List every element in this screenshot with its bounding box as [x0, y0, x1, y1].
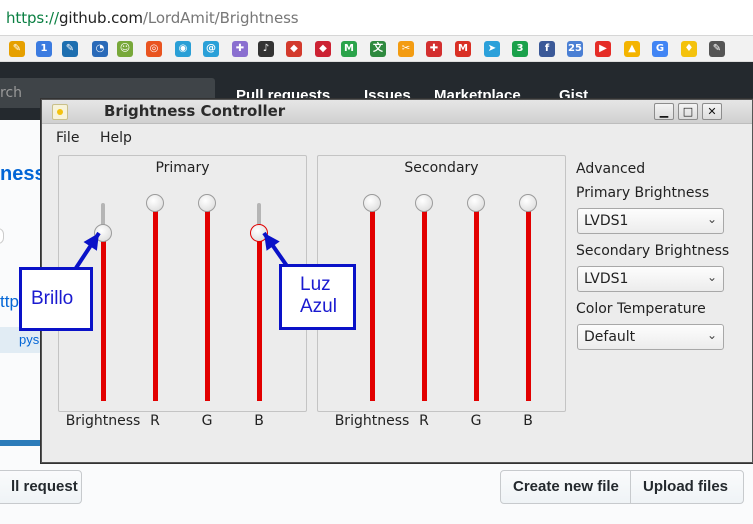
brillo-arrow	[74, 231, 101, 270]
annotation-luz-text: Luz	[300, 274, 331, 295]
annotation-luz-azul: Luz Azul	[279, 264, 356, 330]
annotation-brillo-text: Brillo	[31, 288, 74, 309]
luz-azul-arrow	[262, 231, 289, 268]
annotation-azul-text: Azul	[300, 296, 337, 317]
annotation-brillo: Brillo	[19, 267, 93, 331]
annotation-arrows	[74, 231, 289, 270]
